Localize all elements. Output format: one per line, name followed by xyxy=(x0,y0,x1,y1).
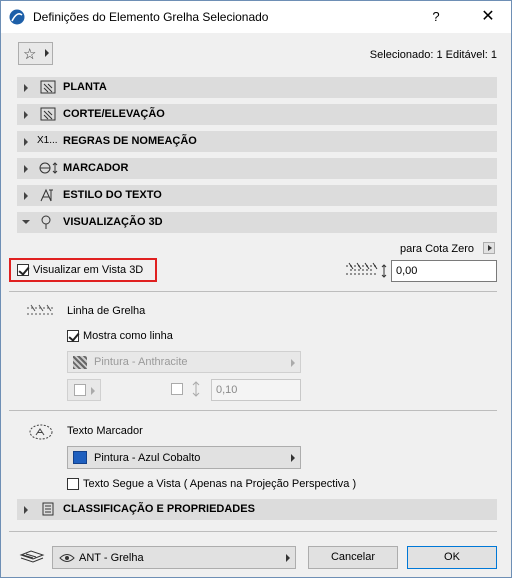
line-pen-label: Pintura - Anthracite xyxy=(94,356,188,368)
divider xyxy=(9,410,497,411)
show-in-3d-checkbox[interactable] xyxy=(17,264,29,276)
pen-swatch-icon xyxy=(73,356,87,369)
section-label: ESTILO DO TEXTO xyxy=(63,189,162,201)
help-button[interactable]: ? xyxy=(421,5,451,29)
document-icon xyxy=(42,502,54,516)
chevron-right-icon xyxy=(91,387,95,395)
follow-view-label: Texto Segue a Vista ( Apenas na Projeção… xyxy=(83,478,357,490)
star-icon: ☆ xyxy=(23,46,37,63)
close-button[interactable]: ✕ xyxy=(473,5,503,29)
section-regras-nomeacao[interactable]: X1... REGRAS DE NOMEAÇÃO xyxy=(17,131,497,152)
grid-line-title: Linha de Grelha xyxy=(67,305,146,317)
divider xyxy=(9,531,497,532)
collapse-arrow-icon xyxy=(22,220,30,224)
expand-arrow-icon xyxy=(24,111,28,119)
follow-view-checkbox[interactable] xyxy=(67,478,79,490)
layers-icon xyxy=(19,550,45,563)
line-type-dropdown[interactable] xyxy=(67,379,101,401)
line-width-icon xyxy=(192,381,200,397)
section-planta[interactable]: PLANTA xyxy=(17,77,497,98)
marker-text-icon xyxy=(29,424,53,440)
section-label: VISUALIZAÇÃO 3D xyxy=(63,216,163,228)
line-width-checkbox[interactable] xyxy=(171,383,183,395)
eye-icon xyxy=(59,554,75,562)
expand-arrow-icon xyxy=(24,192,28,200)
line-pen-dropdown[interactable]: Pintura - Anthracite xyxy=(67,351,301,373)
elevation-input[interactable]: 0,00 xyxy=(391,260,497,282)
layer-dropdown[interactable]: ANT - Grelha xyxy=(52,546,296,569)
window-title: Definições do Elemento Grelha Selecionad… xyxy=(33,10,269,24)
section-label: CORTE/ELEVAÇÃO xyxy=(63,108,165,120)
section-label: PLANTA xyxy=(63,81,107,93)
chevron-right-icon xyxy=(291,359,295,367)
selection-info: Selecionado: 1 Editável: 1 xyxy=(369,49,497,61)
dialog-window: Definições do Elemento Grelha Selecionad… xyxy=(0,0,512,578)
expand-arrow-icon xyxy=(24,138,28,146)
line-width-input[interactable]: 0,10 xyxy=(211,379,301,401)
section-visualizacao-3d[interactable]: VISUALIZAÇÃO 3D xyxy=(17,212,497,233)
grid-line-icon xyxy=(27,304,53,315)
chevron-right-icon xyxy=(45,49,49,57)
marker-text-title: Texto Marcador xyxy=(67,425,143,437)
show-as-line-checkbox[interactable] xyxy=(67,330,79,342)
elevation-icon xyxy=(346,262,387,278)
ok-button[interactable]: OK xyxy=(407,546,497,569)
marker-pen-label: Pintura - Azul Cobalto xyxy=(94,452,201,464)
chevron-right-icon xyxy=(291,454,295,462)
chevron-right-icon xyxy=(286,554,290,562)
expand-arrow-icon xyxy=(24,506,28,514)
divider xyxy=(9,291,497,292)
naming-rules-icon: X1... xyxy=(37,135,58,146)
3d-view-icon xyxy=(41,215,51,229)
show-in-3d-label: Visualizar em Vista 3D xyxy=(33,264,144,276)
expand-arrow-icon xyxy=(24,84,28,92)
section-marcador[interactable]: MARCADOR xyxy=(17,158,497,179)
expand-arrow-icon xyxy=(24,165,28,173)
cancel-button[interactable]: Cancelar xyxy=(308,546,398,569)
marker-icon xyxy=(39,162,58,174)
archicad-logo-icon xyxy=(9,9,25,25)
zero-level-label: para Cota Zero xyxy=(400,243,474,255)
pen-color-swatch xyxy=(73,451,87,464)
favorites-button[interactable]: ☆ xyxy=(18,42,53,65)
floor-plan-icon xyxy=(40,80,56,94)
section-elevation-icon xyxy=(40,107,56,121)
title-bar: Definições do Elemento Grelha Selecionad… xyxy=(1,1,511,33)
text-style-icon xyxy=(40,188,53,202)
show-as-line-label: Mostra como linha xyxy=(83,330,173,342)
marker-pen-dropdown[interactable]: Pintura - Azul Cobalto xyxy=(67,446,301,469)
section-estilo-texto[interactable]: ESTILO DO TEXTO xyxy=(17,185,497,206)
layer-label: ANT - Grelha xyxy=(79,552,144,564)
zero-level-menu-button[interactable] xyxy=(483,242,495,254)
section-corte-elevacao[interactable]: CORTE/ELEVAÇÃO xyxy=(17,104,497,125)
line-type-swatch xyxy=(74,384,86,396)
section-label: MARCADOR xyxy=(63,162,129,174)
section-classificacao-propriedades[interactable]: CLASSIFICAÇÃO E PROPRIEDADES xyxy=(17,499,497,520)
section-label: CLASSIFICAÇÃO E PROPRIEDADES xyxy=(63,503,255,515)
section-label: REGRAS DE NOMEAÇÃO xyxy=(63,135,197,147)
